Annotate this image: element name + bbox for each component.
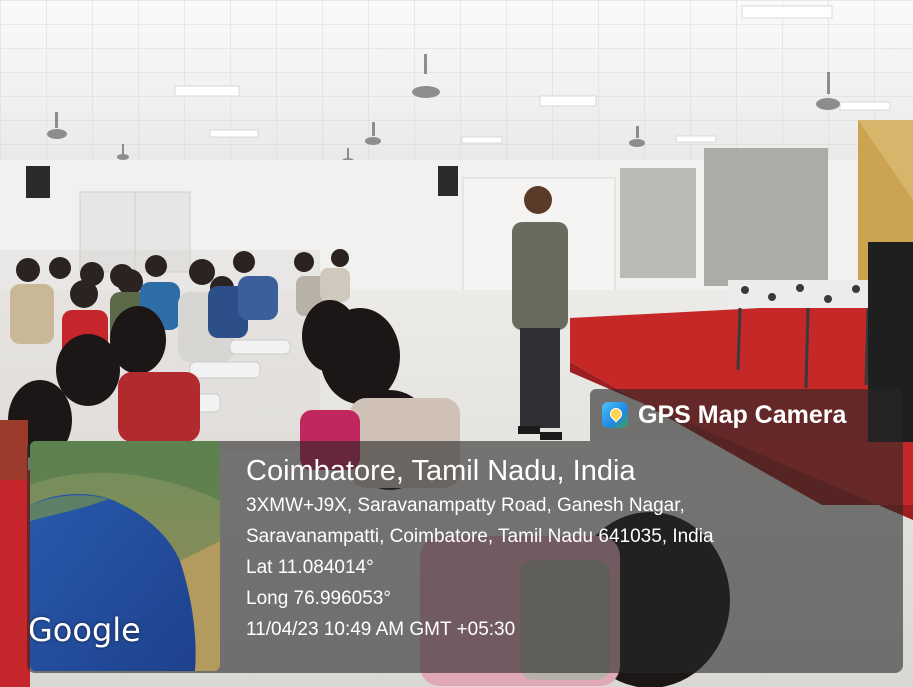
gps-map-camera-app-icon xyxy=(602,402,628,428)
map-brand-logo: Google xyxy=(30,611,141,649)
latitude-value: Lat 11.084014° xyxy=(246,557,374,578)
longitude-value: Long 76.996053° xyxy=(246,588,391,609)
timestamp-value: 11/04/23 10:49 AM GMT +05:30 xyxy=(246,619,516,640)
photo-frame: GPS Map Camera Google Coimbatore, Tamil … xyxy=(0,0,913,687)
gps-app-name: GPS Map Camera xyxy=(638,400,847,429)
satellite-minimap: Google xyxy=(30,441,220,671)
location-title: Coimbatore, Tamil Nadu, India xyxy=(246,455,636,487)
address-line-1: 3XMW+J9X, Saravanampatty Road, Ganesh Na… xyxy=(246,495,685,516)
address-line-2: Saravanampatti, Coimbatore, Tamil Nadu 6… xyxy=(246,526,714,547)
gps-info-text: Coimbatore, Tamil Nadu, India 3XMW+J9X, … xyxy=(246,452,896,645)
speaker-figure xyxy=(512,186,568,440)
gps-stamp-header: GPS Map Camera xyxy=(590,389,902,441)
